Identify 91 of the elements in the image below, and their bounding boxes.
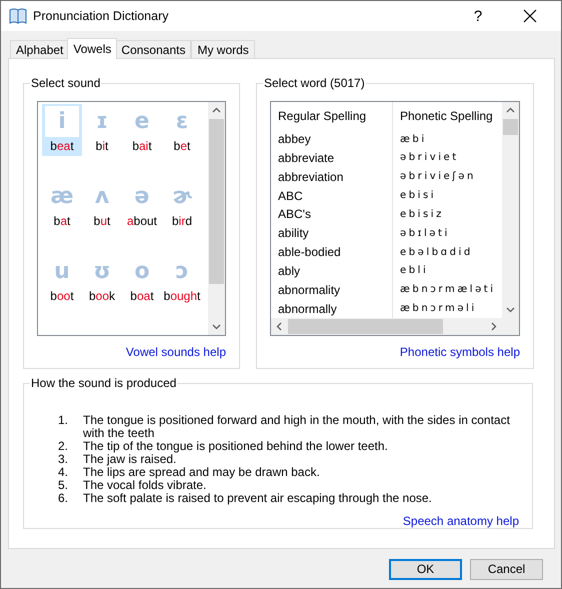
tab[interactable]: My words [191, 40, 255, 58]
column-header[interactable]: Regular Spelling [271, 102, 393, 130]
example-word: bird [172, 214, 192, 228]
step-number: 3. [58, 453, 70, 466]
phonetic-symbol: ɪ [95, 108, 109, 136]
scrollbar-thumb[interactable] [288, 319, 443, 334]
phonetic-symbol: i [45, 106, 79, 137]
phonetic-symbol: ɛ [174, 108, 190, 136]
phonetic-symbol: æ [49, 183, 75, 211]
step-text: The tongue is positioned forward and high in the mouth, with the sides in contact with the teeth [83, 414, 511, 440]
sound-item[interactable]: ʌ but [82, 179, 122, 231]
sound-item[interactable]: ʊ book [82, 254, 122, 306]
example-word: boat [130, 289, 154, 303]
help-link[interactable]: Vowel sounds help [126, 345, 226, 359]
step-text: The jaw is raised. [83, 453, 176, 466]
example-word: bat [54, 214, 70, 228]
horizontal-scrollbar[interactable] [271, 318, 519, 335]
table-cell-text: æ b n ɔ r m æ l ə t i [399, 283, 494, 298]
step-text: The lips are spread and may be drawn back. [83, 466, 320, 479]
phonetic-symbol: ɔ [174, 258, 190, 286]
example-word: bit [96, 139, 108, 153]
help-link[interactable]: Phonetic symbols help [400, 345, 520, 359]
dialog-button[interactable]: Cancel [470, 558, 543, 580]
phonetic-symbol: ə [134, 183, 150, 211]
example-word: boot [50, 289, 74, 303]
group-title: Select sound [30, 76, 102, 90]
sound-item[interactable]: ɪ bit [82, 104, 122, 156]
table-cell-text: e b i s i z [399, 208, 442, 222]
book-icon [9, 8, 27, 24]
table-cell: able-bodied [271, 242, 393, 262]
phonetic-symbol: e [134, 108, 150, 136]
tab[interactable]: Consonants [115, 40, 192, 58]
help-button[interactable]: ? [455, 1, 501, 31]
phonetic-symbol: ʌ [94, 183, 110, 211]
phonetic-symbol: o [133, 258, 151, 286]
sound-item[interactable]: æ bat [42, 179, 82, 231]
sound-item[interactable]: ə about [122, 179, 162, 231]
group-title: Select word (5017) [263, 76, 366, 90]
table-cell: abnormality [271, 280, 393, 300]
example-word: book [88, 289, 116, 303]
table-cell: ably [271, 262, 393, 280]
table-cell-text: ə b r i v i e t [399, 151, 457, 166]
phonetic-symbol: u [53, 258, 71, 286]
table-cell-text: æ b n ɔ r m ə l i [399, 302, 475, 316]
scrollbar[interactable] [208, 102, 225, 335]
table-cell-text: æ b i [399, 132, 425, 147]
scrollbar[interactable] [502, 102, 519, 318]
step-number: 5. [58, 479, 70, 492]
step-text: The soft palate is raised to prevent air escaping through the nose. [83, 492, 432, 505]
step-text: The vocal folds vibrate. [83, 479, 206, 492]
scrollbar-thumb[interactable] [209, 119, 224, 284]
table-cell-text: ə b r i v i e ʃ ə n [399, 170, 474, 184]
table-cell-text: e b ə l b ɑ d i d [399, 246, 471, 260]
sound-item[interactable]: u boot [42, 254, 82, 306]
sound-item[interactable]: o boat [122, 254, 162, 306]
help-link[interactable]: Speech anatomy help [402, 514, 519, 528]
table-cell: abbey [271, 130, 393, 149]
phonetic-symbol: ɚ [171, 183, 193, 211]
example-word: beat [50, 139, 74, 153]
step-number: 2. [58, 440, 70, 453]
group-title: How the sound is produced [30, 376, 178, 390]
sound-item[interactable]: e bait [122, 104, 162, 156]
tab[interactable]: Alphabet [10, 40, 70, 58]
table-cell: abbreviation [271, 167, 393, 186]
sound-item[interactable]: ɚ bird [162, 179, 202, 231]
sound-item[interactable]: i beat [42, 104, 82, 156]
column-header[interactable]: Phonetic Spelling [393, 102, 502, 130]
sound-item[interactable]: ɛ bet [162, 104, 202, 156]
step-text: The tip of the tongue is positioned behind the lower teeth. [83, 440, 388, 453]
phonetic-symbol: ʊ [92, 258, 112, 286]
table-cell-text: e b l i [399, 264, 426, 278]
scrollbar-thumb[interactable] [503, 119, 518, 135]
step-number: 4. [58, 466, 70, 479]
table-cell: abbreviate [271, 148, 393, 168]
window-title: Pronunciation Dictionary [33, 9, 170, 23]
example-word: about [126, 214, 158, 228]
table-cell: ABC [271, 186, 393, 206]
table-cell-text: e b i s i [399, 189, 434, 204]
example-word: bait [132, 139, 152, 153]
table-cell: ABC's [271, 205, 393, 224]
tab[interactable]: Vowels [67, 38, 118, 59]
table-cell: ability [271, 224, 393, 243]
sound-item[interactable]: ɔ bought [162, 254, 202, 306]
step-number: 1. [58, 414, 70, 429]
table-cell-text: ə b ɪ l ə t i [399, 226, 448, 241]
close-icon [523, 9, 537, 23]
dialog-button[interactable]: OK [389, 558, 462, 580]
step-number: 6. [58, 492, 70, 505]
example-word: bet [174, 139, 190, 153]
example-word: bought [164, 289, 200, 303]
example-word: but [94, 214, 110, 228]
